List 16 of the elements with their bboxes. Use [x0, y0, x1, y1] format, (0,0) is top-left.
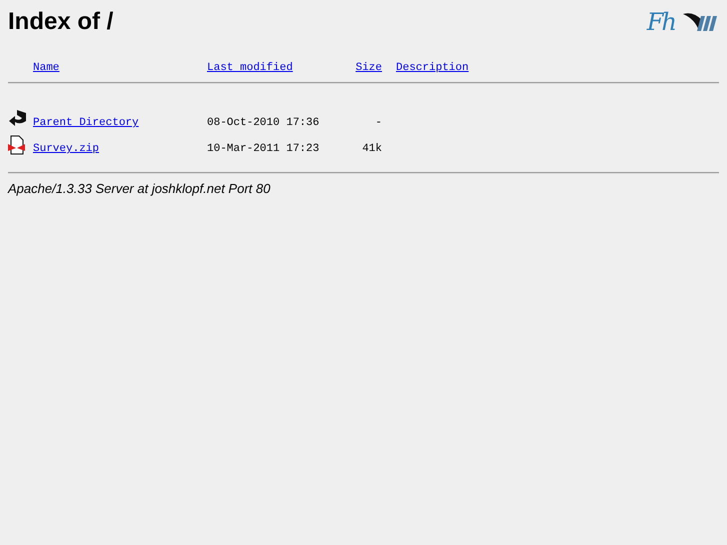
column-header-link[interactable]: Description: [396, 62, 469, 74]
file-link[interactable]: Survey.zip: [33, 143, 100, 155]
logo-icon: [683, 11, 717, 33]
modified-date: 08-Oct-2010 17:36: [207, 117, 320, 129]
file-size: -: [375, 117, 382, 129]
server-signature: Apache/1.3.33 Server at joshklopf.net Port 80: [8, 181, 272, 196]
back-arrow-icon: [8, 109, 28, 129]
page-title: Index of /: [8, 8, 114, 36]
column-header-link[interactable]: Last modified: [207, 62, 293, 74]
column-header-link[interactable]: Size: [356, 62, 382, 74]
modified-date: 10-Mar-2011 17:23: [207, 143, 320, 155]
logo: Fh: [646, 8, 675, 36]
compressed-file-icon: [8, 135, 26, 155]
column-header-link[interactable]: Name: [33, 62, 60, 74]
file-size: 41k: [362, 143, 382, 155]
file-link[interactable]: Parent Directory: [33, 117, 139, 129]
